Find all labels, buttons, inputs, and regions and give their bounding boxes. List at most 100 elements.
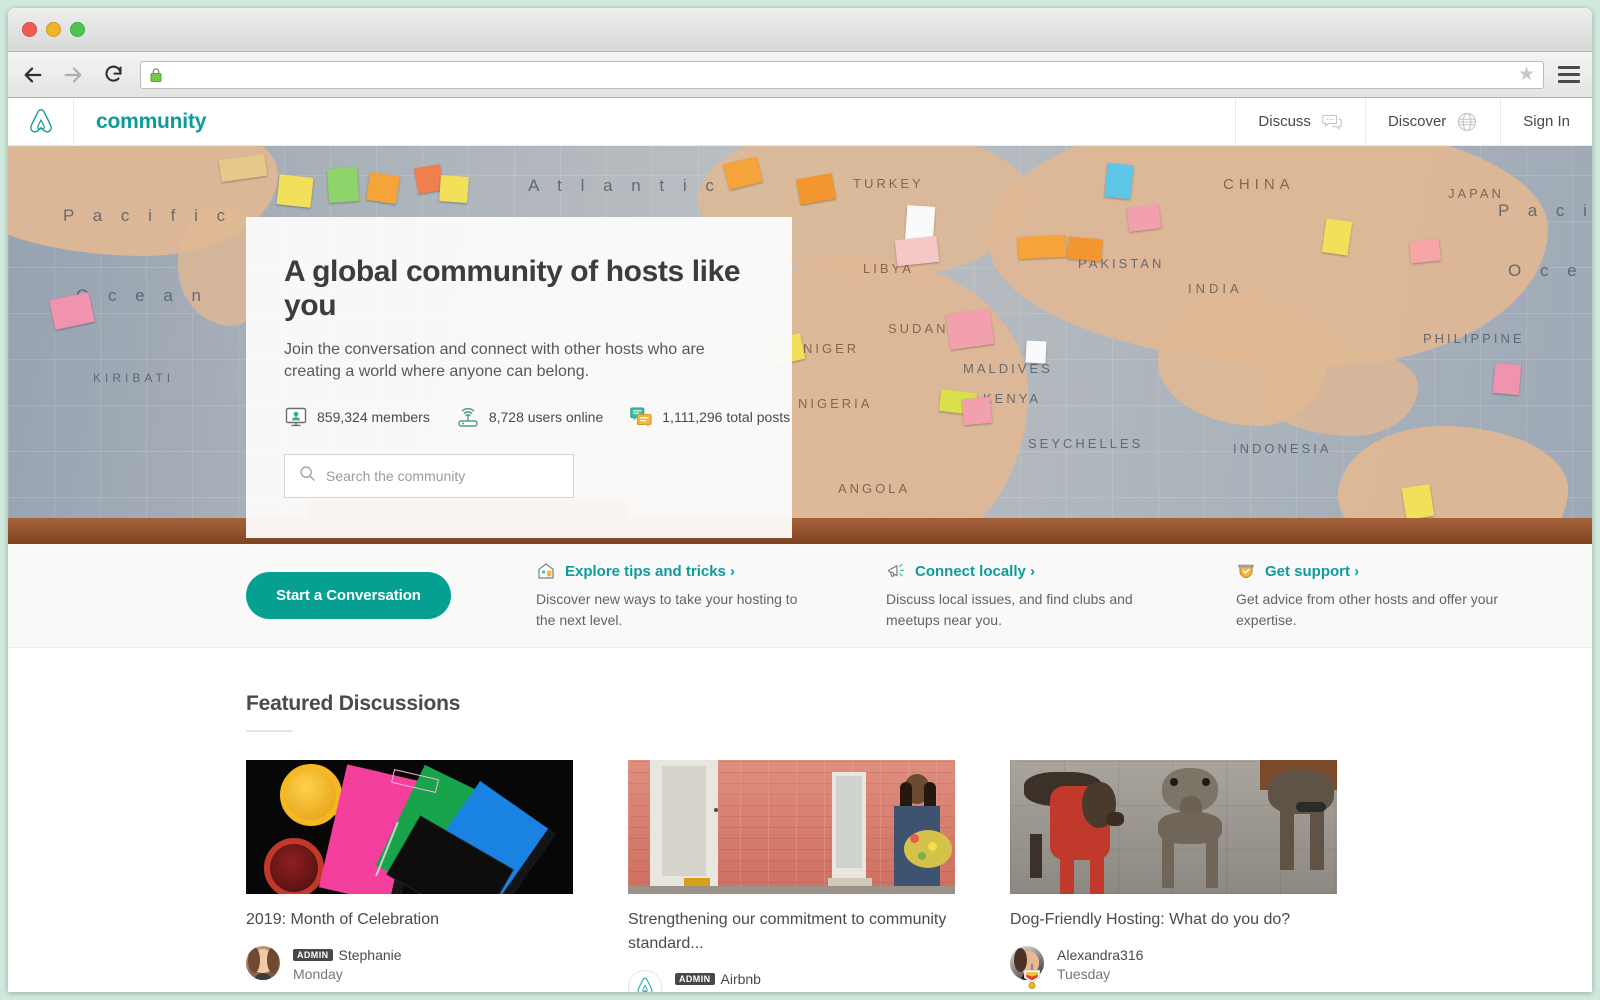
photo-dog1-leg2 [1060, 852, 1074, 894]
discussion-title[interactable]: 2019: Month of Celebration [246, 908, 573, 932]
map-label-nigeria: NIGERIA [798, 396, 873, 411]
discussion-card[interactable]: Strengthening our commitment to communit… [628, 760, 955, 992]
discussion-meta: ADMIN Stephanie Monday [246, 946, 573, 982]
stat-users-online: 8,728 users online [456, 406, 603, 428]
airbnb-logo-icon[interactable] [8, 98, 74, 145]
photo-window-glass [836, 776, 862, 868]
photo-dog2-eye-l [1170, 778, 1178, 786]
map-label-china: CHINA [1223, 176, 1295, 193]
photo-dog2-eye-r [1202, 778, 1210, 786]
meta-lines: ADMIN Airbnb Friday [675, 970, 761, 992]
map-pin-yellow-2 [439, 175, 469, 203]
map-pin-yellow-1 [276, 174, 314, 208]
discussion-card[interactable]: Dog-Friendly Hosting: What do you do? Al… [1010, 760, 1337, 992]
back-arrow-icon[interactable] [20, 62, 46, 88]
search-box[interactable] [284, 454, 574, 499]
map-pin-green-1 [326, 166, 360, 204]
meta-lines: Alexandra316 Tuesday [1057, 946, 1143, 982]
avatar[interactable] [246, 946, 280, 980]
map-label-sudan: SUDAN [888, 321, 949, 336]
photo-red-mug [264, 838, 324, 894]
map-pin-pink-4 [961, 396, 993, 426]
discussion-title[interactable]: Dog-Friendly Hosting: What do you do? [1010, 908, 1337, 932]
promo-get-support-desc: Get advice from other hosts and offer yo… [1236, 591, 1498, 628]
members-monitor-icon [284, 406, 308, 428]
map-pin-pink-2 [894, 235, 940, 267]
nav-item-discuss[interactable]: Discuss [1235, 98, 1365, 145]
author-name[interactable]: Stephanie [339, 947, 402, 963]
promo-connect-locally-head: Connect locally › [886, 561, 1151, 581]
discussion-cards: 2019: Month of Celebration ADMIN Stephan… [246, 760, 1592, 992]
admin-badge: ADMIN [675, 973, 715, 985]
map-label-pacific-right: P a c i f [1498, 201, 1592, 220]
avatar-wrap[interactable] [628, 970, 662, 992]
post-date: Friday [675, 990, 761, 992]
minimize-window-button[interactable] [46, 22, 61, 37]
maximize-window-button[interactable] [70, 22, 85, 37]
map-label-india: INDIA [1188, 281, 1243, 296]
map-pin-yellow-5 [1401, 484, 1435, 520]
photo-door-handle [714, 808, 718, 812]
author-name[interactable]: Airbnb [721, 971, 761, 987]
map-pin-white-2 [1025, 340, 1047, 364]
map-pin-pink-5 [1126, 204, 1162, 232]
promo-get-support-head: Get support › [1236, 561, 1501, 581]
photo-dog1-snout [1106, 812, 1124, 826]
featured-heading: Featured Discussions [246, 692, 461, 715]
photo-flower-red [910, 834, 919, 843]
brand-title[interactable]: community [74, 98, 228, 145]
sign-in-button[interactable]: Sign In [1500, 98, 1592, 145]
map-pin-orange-6 [1067, 236, 1103, 262]
photo-flower-green [918, 852, 926, 860]
stat-users-online-value: 8,728 users online [488, 409, 604, 426]
discussion-card[interactable]: 2019: Month of Celebration ADMIN Stephan… [246, 760, 573, 992]
greyhound-dogs-photo[interactable] [1010, 760, 1337, 894]
promo-explore-tips-link[interactable]: Explore tips and tricks › [565, 563, 735, 580]
header-spacer [228, 98, 1235, 145]
map-label-pacific: P a c i f i c [63, 206, 233, 225]
hero-card: A global community of hosts like you Joi… [246, 217, 792, 539]
meta-lines: ADMIN Stephanie Monday [293, 946, 402, 982]
start-conversation-button[interactable]: Start a Conversation [246, 572, 451, 619]
window-controls [22, 22, 85, 37]
close-window-button[interactable] [22, 22, 37, 37]
woman-with-flowers-brick-house-photo[interactable] [628, 760, 955, 894]
promo-explore-tips-head: Explore tips and tricks › [536, 561, 801, 581]
stat-members-value: 859,324 members [317, 409, 430, 426]
map-label-japan: JAPAN [1448, 186, 1504, 201]
map-label-ocean: O c e a n [76, 286, 208, 305]
photo-door-glass [662, 766, 706, 876]
nav-label-discover: Discover [1387, 113, 1447, 130]
reload-icon[interactable] [100, 62, 126, 88]
forward-arrow-icon[interactable] [60, 62, 86, 88]
avatar-wrap[interactable] [1010, 946, 1044, 989]
promo-connect-locally: Connect locally › Discuss local issues, … [886, 561, 1151, 630]
support-shield-icon [1236, 561, 1256, 581]
search-input[interactable] [326, 468, 559, 485]
nav-item-discover[interactable]: Discover [1364, 98, 1500, 145]
globe-icon [1456, 111, 1478, 133]
discussion-title[interactable]: Strengthening our commitment to communit… [628, 908, 955, 956]
author-name[interactable]: Alexandra316 [1057, 947, 1143, 963]
map-label-ocean-right: O c e a [1508, 261, 1592, 280]
community-stats: 859,324 members 8,728 users online 1,111… [284, 406, 790, 428]
photo-pavement [628, 886, 955, 894]
promo-explore-tips-desc: Discover new ways to take your hosting t… [536, 591, 798, 628]
star-icon[interactable]: ★ [1518, 65, 1535, 84]
avatar-wrap[interactable] [246, 946, 280, 980]
hamburger-menu-icon[interactable] [1558, 66, 1580, 83]
promo-connect-locally-link[interactable]: Connect locally › [915, 563, 1035, 580]
address-bar[interactable]: ★ [140, 60, 1544, 89]
stat-total-posts: 1,111,296 total posts [629, 406, 790, 428]
featured-discussions-section: Featured Discussions 2019: Month of Cele… [8, 648, 1592, 992]
promo-get-support-link[interactable]: Get support › [1265, 563, 1359, 580]
house-tips-icon [536, 561, 556, 581]
meta-row: ADMIN Stephanie [293, 947, 402, 963]
notebooks-and-mugs-photo[interactable] [246, 760, 573, 894]
heading-underline [246, 730, 292, 732]
map-label-philippines: PHILIPPINE [1423, 331, 1525, 346]
avatar[interactable] [628, 970, 662, 992]
actions-band: Start a Conversation Explore tips and tr… [8, 544, 1592, 648]
photo-flower-yellow [928, 842, 937, 851]
browser-toolbar: ★ [8, 52, 1592, 98]
